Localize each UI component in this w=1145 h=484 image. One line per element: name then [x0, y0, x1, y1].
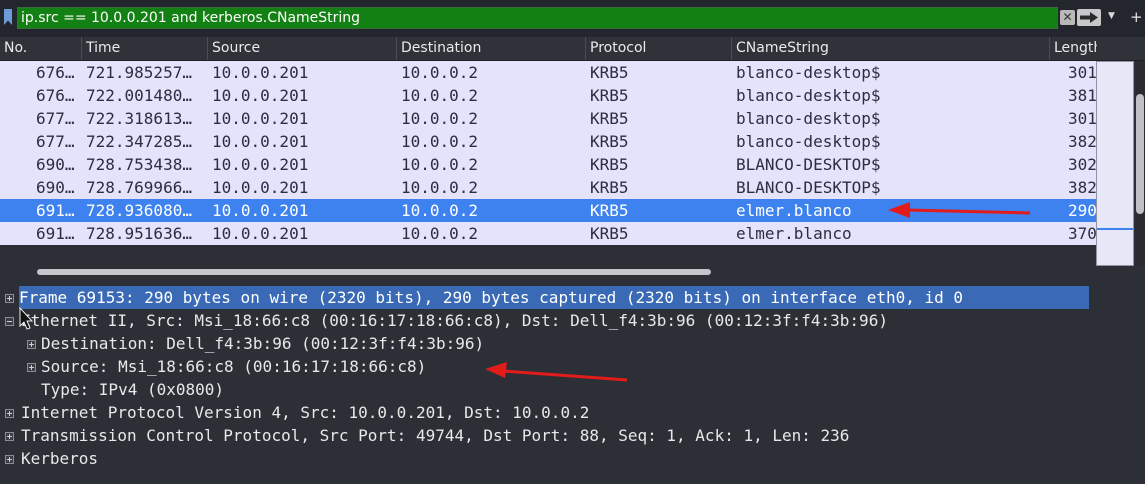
red-arrow-annotation-icon [485, 362, 628, 382]
mouse-cursor-icon [19, 306, 34, 330]
red-arrow-annotation-icon [888, 202, 1031, 218]
annotation-layer [19, 202, 1031, 382]
